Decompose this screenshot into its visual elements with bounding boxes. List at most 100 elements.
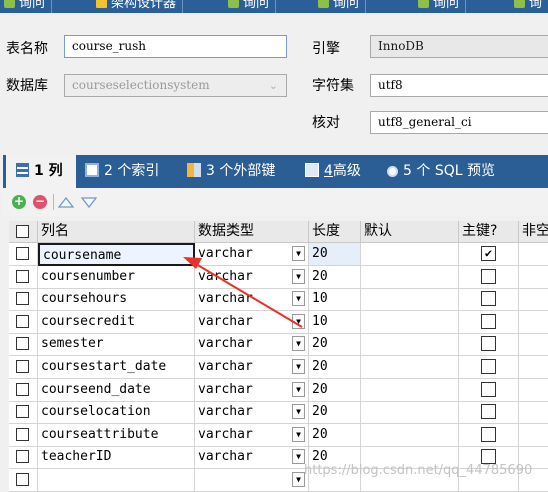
collation-select[interactable]: utf8_general_ci: [370, 111, 548, 134]
length-cell[interactable]: 20: [309, 243, 361, 266]
row-checkbox[interactable]: [16, 360, 29, 373]
charset-select[interactable]: utf8: [370, 74, 548, 97]
row-checkbox[interactable]: [16, 405, 29, 418]
row-select-cell[interactable]: [9, 311, 38, 334]
tab-sql-preview[interactable]: 5 个 SQL 预览: [387, 155, 495, 188]
primary-key-checkbox[interactable]: [481, 359, 496, 374]
primary-key-cell[interactable]: [459, 333, 519, 356]
primary-key-cell[interactable]: [459, 356, 519, 379]
primary-key-cell[interactable]: [459, 266, 519, 289]
header-column-name[interactable]: 列名: [38, 221, 195, 243]
column-name-cell[interactable]: coursenumber: [38, 266, 195, 289]
row-checkbox[interactable]: [16, 473, 29, 486]
row-select-cell[interactable]: [9, 333, 38, 356]
primary-key-checkbox[interactable]: [481, 314, 496, 329]
not-null-cell[interactable]: [519, 424, 548, 447]
dropdown-arrow-icon[interactable]: ▼: [292, 382, 305, 397]
row-select-cell[interactable]: [9, 356, 38, 379]
row-checkbox[interactable]: [16, 247, 29, 260]
row-checkbox[interactable]: [16, 450, 29, 463]
move-down-button[interactable]: [81, 197, 97, 208]
header-primary-key[interactable]: 主键?: [459, 221, 519, 243]
not-null-cell[interactable]: [519, 379, 548, 402]
not-null-cell[interactable]: [519, 333, 548, 356]
primary-key-checkbox[interactable]: [481, 404, 496, 419]
primary-key-checkbox[interactable]: [481, 269, 496, 284]
length-cell[interactable]: 20: [309, 401, 361, 424]
primary-key-cell[interactable]: [459, 379, 519, 402]
row-checkbox[interactable]: [16, 383, 29, 396]
primary-key-checkbox[interactable]: [481, 382, 496, 397]
data-type-cell[interactable]: varchar ▼: [195, 311, 309, 334]
column-name-cell[interactable]: coursestart_date: [38, 356, 195, 379]
column-name-cell[interactable]: [38, 469, 195, 492]
row-checkbox[interactable]: [16, 315, 29, 328]
not-null-cell[interactable]: [519, 243, 548, 266]
not-null-cell[interactable]: [519, 311, 548, 334]
dropdown-arrow-icon[interactable]: ▼: [292, 269, 305, 284]
header-data-type[interactable]: 数据类型: [195, 221, 309, 243]
length-cell[interactable]: 10: [309, 288, 361, 311]
data-type-cell[interactable]: varchar ▼: [195, 424, 309, 447]
dropdown-arrow-icon[interactable]: ▼: [292, 246, 305, 261]
column-name-cell[interactable]: courseattribute: [38, 424, 195, 447]
database-select[interactable]: courseselectionsystem ⌄: [64, 74, 287, 97]
row-select-cell[interactable]: [9, 379, 38, 402]
primary-key-checkbox-checked[interactable]: ✔: [481, 246, 496, 261]
column-name-cell[interactable]: semester: [38, 333, 195, 356]
data-type-cell[interactable]: varchar ▼: [195, 356, 309, 379]
top-tab-query-4[interactable]: 询问: [414, 0, 467, 13]
row-select-cell[interactable]: [9, 424, 38, 447]
length-cell[interactable]: 20: [309, 333, 361, 356]
default-cell[interactable]: [361, 379, 459, 402]
default-cell[interactable]: [361, 266, 459, 289]
top-tab-query-2[interactable]: 询问: [224, 0, 277, 13]
tab-advanced[interactable]: 4高级: [305, 155, 361, 188]
top-tab-query-3[interactable]: 询问: [314, 0, 367, 13]
length-cell[interactable]: 20: [309, 379, 361, 402]
length-cell[interactable]: 10: [309, 311, 361, 334]
remove-column-button[interactable]: −: [33, 195, 47, 209]
data-type-cell[interactable]: varchar ▼: [195, 401, 309, 424]
column-name-cell[interactable]: courselocation: [38, 401, 195, 424]
primary-key-checkbox[interactable]: [481, 336, 496, 351]
column-name-cell[interactable]: courseend_date: [38, 379, 195, 402]
primary-key-cell[interactable]: [459, 288, 519, 311]
tab-columns[interactable]: 1 列: [6, 155, 76, 188]
top-tab-query-5[interactable]: 询: [510, 0, 548, 13]
primary-key-checkbox[interactable]: [481, 291, 496, 306]
default-cell[interactable]: [361, 243, 459, 266]
row-checkbox[interactable]: [16, 337, 29, 350]
header-length[interactable]: 长度: [309, 221, 361, 243]
dropdown-arrow-icon[interactable]: ▼: [292, 359, 305, 374]
data-type-cell[interactable]: varchar ▼: [195, 288, 309, 311]
dropdown-arrow-icon[interactable]: ▼: [292, 404, 305, 419]
row-select-cell[interactable]: [9, 243, 38, 266]
data-type-cell[interactable]: varchar ▼: [195, 266, 309, 289]
dropdown-arrow-icon[interactable]: ▼: [292, 314, 305, 329]
move-up-button[interactable]: [58, 197, 74, 208]
add-column-button[interactable]: +: [12, 195, 26, 209]
row-checkbox[interactable]: [16, 428, 29, 441]
tab-foreign-keys[interactable]: 3 个外部键: [187, 155, 275, 188]
dropdown-arrow-icon[interactable]: ▼: [292, 449, 305, 464]
not-null-cell[interactable]: [519, 356, 548, 379]
row-select-cell[interactable]: [9, 288, 38, 311]
data-type-cell[interactable]: varchar ▼: [195, 333, 309, 356]
column-name-cell[interactable]: teacherID: [38, 446, 195, 469]
row-select-cell[interactable]: [9, 469, 38, 492]
header-default[interactable]: 默认: [361, 221, 459, 243]
default-cell[interactable]: [361, 288, 459, 311]
engine-select[interactable]: InnoDB: [370, 35, 548, 58]
row-checkbox[interactable]: [16, 292, 29, 305]
default-cell[interactable]: [361, 333, 459, 356]
default-cell[interactable]: [361, 311, 459, 334]
not-null-cell[interactable]: [519, 288, 548, 311]
row-select-cell[interactable]: [9, 446, 38, 469]
top-tab-query-1[interactable]: 询问: [0, 0, 53, 13]
not-null-cell[interactable]: [519, 401, 548, 424]
dropdown-arrow-icon[interactable]: ▼: [292, 291, 305, 306]
select-all-header[interactable]: [9, 221, 38, 243]
header-not-null[interactable]: 非空: [519, 221, 548, 243]
length-cell[interactable]: 20: [309, 424, 361, 447]
